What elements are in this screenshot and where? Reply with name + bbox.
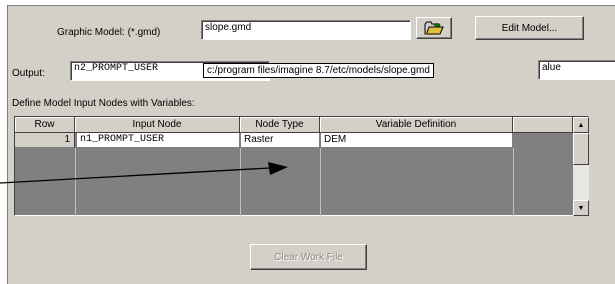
- scroll-down-button[interactable]: ▼: [573, 200, 589, 216]
- table-cell-variable-definition[interactable]: DEM: [321, 133, 513, 148]
- scroll-up-button[interactable]: ▲: [573, 117, 589, 133]
- table-row-number[interactable]: 1: [15, 133, 75, 148]
- graphic-model-label: Graphic Model: (*.gmd): [57, 27, 161, 38]
- column-header-row[interactable]: Row: [15, 117, 75, 133]
- browse-button[interactable]: [416, 17, 452, 39]
- edit-model-button[interactable]: Edit Model...: [475, 16, 584, 40]
- output-label: Output:: [12, 68, 45, 79]
- path-tooltip: c:/program files/imagine 8.7/etc/models/…: [203, 63, 434, 78]
- up-arrow-icon: ▲: [577, 121, 585, 129]
- scroll-thumb[interactable]: [573, 133, 589, 165]
- grid-line: [240, 148, 241, 217]
- grid-line: [513, 148, 514, 217]
- column-header-blank: [513, 117, 573, 133]
- column-header-node-type[interactable]: Node Type: [240, 117, 320, 133]
- vertical-scrollbar[interactable]: ▲ ▼: [573, 117, 589, 216]
- graphic-model-field[interactable]: slope.gmd: [201, 20, 411, 40]
- table-cell-input-node[interactable]: n1_PROMPT_USER: [77, 133, 240, 148]
- value-field[interactable]: alue: [538, 60, 615, 80]
- clear-work-file-button[interactable]: Clear Work File: [250, 244, 367, 270]
- folder-open-icon: [424, 21, 444, 35]
- column-header-variable-definition[interactable]: Variable Definition: [320, 117, 513, 133]
- column-header-input-node[interactable]: Input Node: [75, 117, 240, 133]
- table-cell-node-type[interactable]: Raster: [241, 133, 320, 148]
- down-arrow-icon: ▼: [577, 204, 585, 212]
- grid-line: [320, 148, 321, 217]
- define-nodes-label: Define Model Input Nodes with Variables:: [12, 98, 195, 109]
- input-nodes-table: Row Input Node Node Type Variable Defini…: [14, 116, 589, 217]
- grid-line: [75, 148, 76, 217]
